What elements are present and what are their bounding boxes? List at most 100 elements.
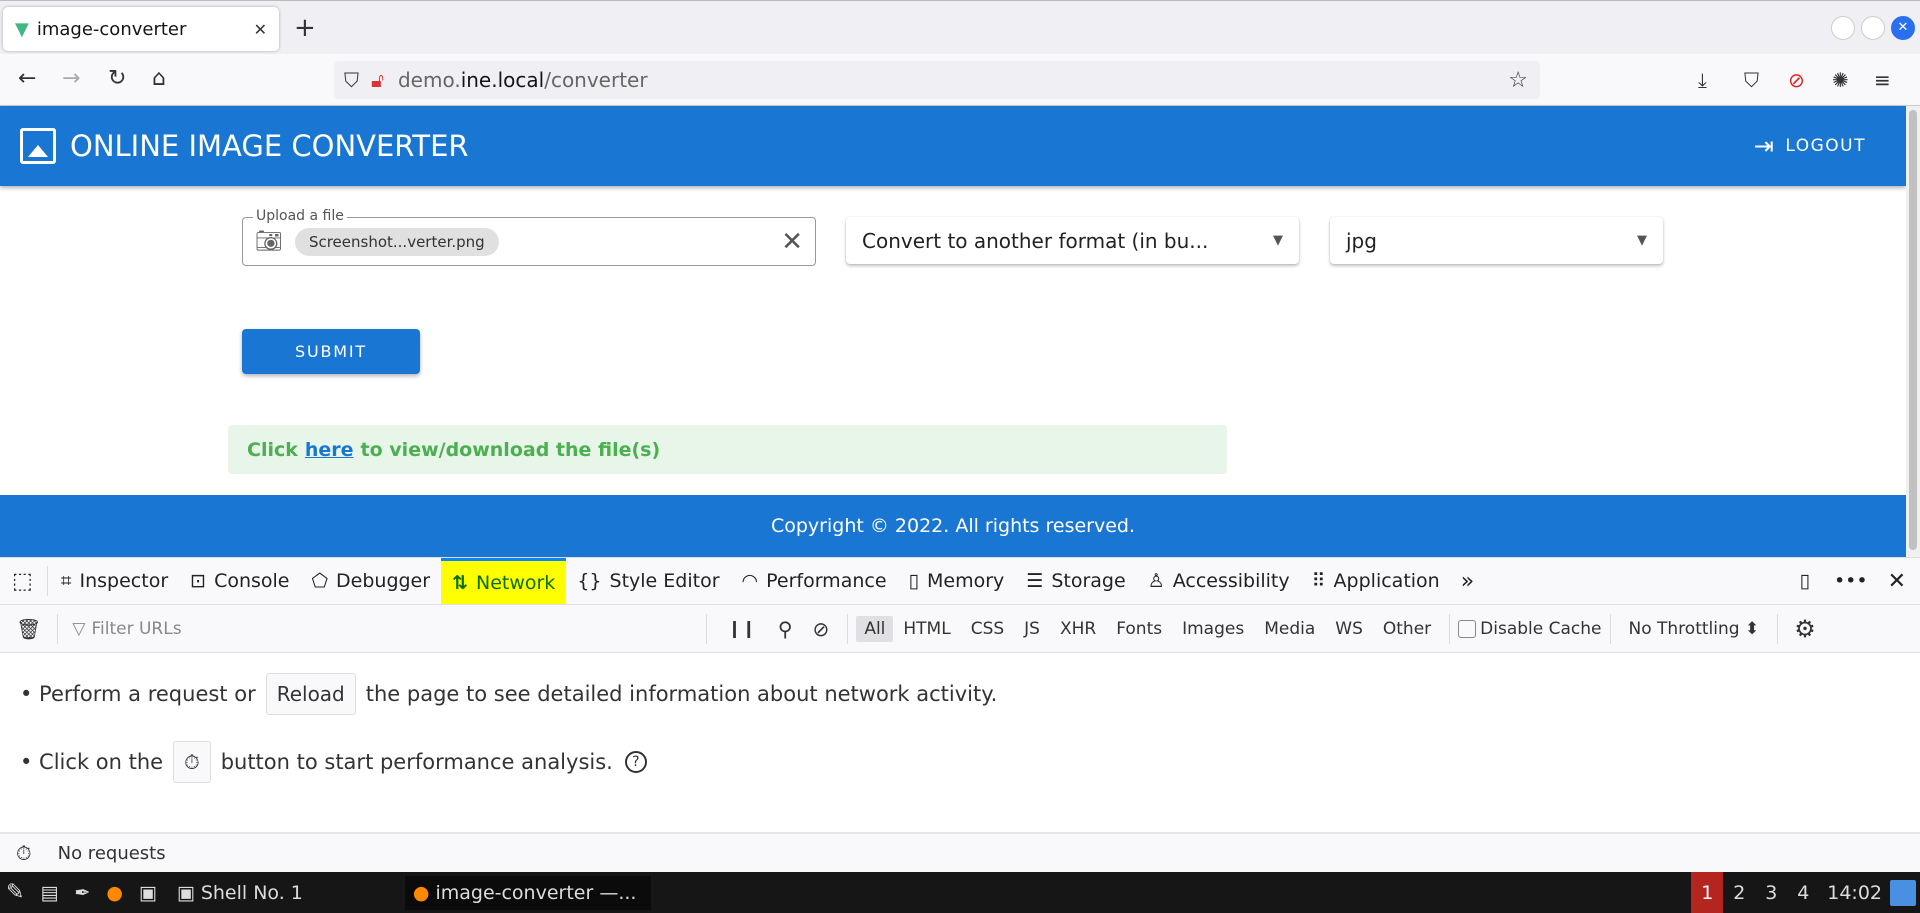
performance-icon: ◠ <box>741 570 759 592</box>
camera-icon[interactable]: 📷︎ <box>255 229 283 254</box>
filter-js[interactable]: JS <box>1014 619 1050 639</box>
close-devtools-icon[interactable]: ✕ <box>1880 569 1920 594</box>
firefox-icon: ● <box>412 881 430 904</box>
filter-ws[interactable]: WS <box>1325 619 1373 639</box>
tab-application[interactable]: ⠿ Application <box>1301 558 1451 604</box>
terminal-icon: ▣ <box>176 881 195 904</box>
debugger-icon: ⬠ <box>311 570 329 592</box>
performance-analysis-button[interactable]: ⏱︎ <box>173 741 211 783</box>
network-icon: ⇅ <box>452 571 468 594</box>
text-editor-icon[interactable]: ✒ <box>66 882 98 904</box>
stopwatch-icon[interactable]: ⏱︎ <box>0 841 48 865</box>
forward-icon[interactable]: → <box>62 66 80 91</box>
tab-debugger[interactable]: ⬠ Debugger <box>301 558 442 604</box>
app-title: ONLINE IMAGE CONVERTER <box>70 129 469 163</box>
tab-label: Application <box>1333 570 1440 592</box>
help-icon[interactable]: ? <box>624 751 647 773</box>
settings-gear-icon[interactable]: ⚙ <box>1786 615 1824 643</box>
checkbox-box[interactable] <box>1458 619 1477 638</box>
tab-performance[interactable]: ◠ Performance <box>731 558 898 604</box>
reload-icon[interactable]: ↻ <box>108 66 126 91</box>
filter-fonts[interactable]: Fonts <box>1106 619 1172 639</box>
request-count: No requests <box>57 842 166 864</box>
pause-icon[interactable]: ❙❙ <box>715 619 768 639</box>
pocket-icon[interactable]: ⛉ <box>1744 68 1759 92</box>
tab-console[interactable]: ⊡ Console <box>179 558 300 604</box>
filter-images[interactable]: Images <box>1172 619 1254 639</box>
app-menu-icon[interactable]: ✎ <box>0 880 32 905</box>
download-link[interactable]: here <box>305 439 354 461</box>
vue-logo-icon: ▼ <box>15 18 29 40</box>
browser-tab[interactable]: ▼ image-converter ✕ <box>3 7 279 51</box>
close-tab-icon[interactable]: ✕ <box>254 20 267 39</box>
url-path: /converter <box>544 68 648 92</box>
download-icon[interactable]: ⤓ <box>1698 68 1707 92</box>
filter-other[interactable]: Other <box>1373 619 1441 639</box>
taskbar-window-browser[interactable]: ● image-converter —... <box>404 875 651 910</box>
cookie-icon[interactable]: ✺ <box>1832 68 1849 92</box>
file-upload-field[interactable]: Upload a file 📷︎ Screenshot...verter.png… <box>242 208 816 266</box>
filter-urls-input[interactable]: ▽ Filter URLs <box>58 619 698 639</box>
logout-icon: ⇥ <box>1753 132 1776 160</box>
workspace-1[interactable]: 1 <box>1691 872 1724 913</box>
terminal-icon[interactable]: ▣ <box>131 882 165 904</box>
more-tabs-icon[interactable]: » <box>1451 569 1484 594</box>
conversion-mode-select[interactable]: Convert to another format (in bu... ▼ <box>846 217 1299 264</box>
insecure-lock-icon[interactable]: 🔓︎ <box>371 68 384 92</box>
filter-icon: ▽ <box>72 618 86 639</box>
shield-icon[interactable]: ⛉ <box>344 68 359 92</box>
filter-html[interactable]: HTML <box>893 619 960 639</box>
tab-inspector[interactable]: ⌗ Inspector <box>50 558 179 604</box>
logout-button[interactable]: ⇥ LOGOUT <box>1754 132 1866 160</box>
tab-accessibility[interactable]: ♙ Accessibility <box>1137 558 1301 604</box>
disable-cache-checkbox[interactable]: Disable Cache <box>1458 619 1602 639</box>
minimize-button[interactable] <box>1831 16 1855 40</box>
workspace-3[interactable]: 3 <box>1755 872 1787 913</box>
clear-icon[interactable]: ✕ <box>781 227 803 257</box>
message-text: button to start performance analysis. <box>220 750 613 774</box>
new-tab-button[interactable]: + <box>294 13 316 43</box>
submit-button[interactable]: SUBMIT <box>242 329 420 374</box>
tab-title: image-converter <box>36 18 187 40</box>
format-select[interactable]: jpg ▼ <box>1330 217 1663 264</box>
page-scrollbar[interactable] <box>1906 106 1920 557</box>
tab-storage[interactable]: ☰ Storage <box>1015 558 1136 604</box>
tab-network[interactable]: ⇅ Network <box>441 558 567 604</box>
url-bar[interactable]: ⛉ 🔓︎ demo. ine.local/converter ☆ <box>334 61 1540 99</box>
workspace-2[interactable]: 2 <box>1723 872 1755 913</box>
more-options-icon[interactable]: ••• <box>1822 570 1880 592</box>
tab-style-editor[interactable]: {} Style Editor <box>566 558 730 604</box>
responsive-design-icon[interactable]: ▯ <box>1787 570 1821 592</box>
url-domain: ine.local <box>460 68 545 92</box>
taskbar-window-shell[interactable]: ▣ Shell No. 1 <box>165 882 405 904</box>
trash-icon[interactable]: 🗑︎ <box>0 617 57 641</box>
taskbar: ✎ ▤ ✒ ● ▣ ▣ Shell No. 1 ● image-converter … <box>0 872 1920 913</box>
filter-all[interactable]: All <box>856 615 894 642</box>
maximize-button[interactable] <box>1861 16 1885 40</box>
show-desktop-icon[interactable] <box>1890 879 1916 906</box>
firefox-icon[interactable]: ● <box>98 882 131 904</box>
reload-button[interactable]: Reload <box>265 673 356 715</box>
memory-icon: ▯ <box>908 570 919 592</box>
tab-label: Console <box>214 570 290 592</box>
logout-label: LOGOUT <box>1785 136 1866 156</box>
storage-icon: ☰ <box>1026 570 1044 592</box>
tab-memory[interactable]: ▯ Memory <box>898 558 1016 604</box>
filter-css[interactable]: CSS <box>961 619 1014 639</box>
search-icon[interactable]: ⚲ <box>768 617 803 641</box>
file-manager-icon[interactable]: ▤ <box>32 882 66 904</box>
block-icon[interactable]: ⊘ <box>803 617 840 641</box>
workspace-4[interactable]: 4 <box>1787 872 1819 913</box>
element-picker-icon[interactable]: ⬚ <box>0 569 45 594</box>
throttling-select[interactable]: No Throttling ⬍ <box>1619 619 1770 639</box>
filter-xhr[interactable]: XHR <box>1050 619 1106 639</box>
menu-icon[interactable]: ≡ <box>1874 68 1891 92</box>
message-text: • Click on the <box>20 750 164 774</box>
filter-media[interactable]: Media <box>1254 619 1325 639</box>
window-label: Shell No. 1 <box>200 881 303 904</box>
close-window-button[interactable]: ✕ <box>1891 16 1915 40</box>
home-icon[interactable]: ⌂ <box>152 66 166 91</box>
bookmark-star-icon[interactable]: ☆ <box>1508 68 1528 93</box>
extension-blocked-icon[interactable]: ⊘ <box>1788 68 1805 92</box>
back-icon[interactable]: ← <box>18 66 36 91</box>
